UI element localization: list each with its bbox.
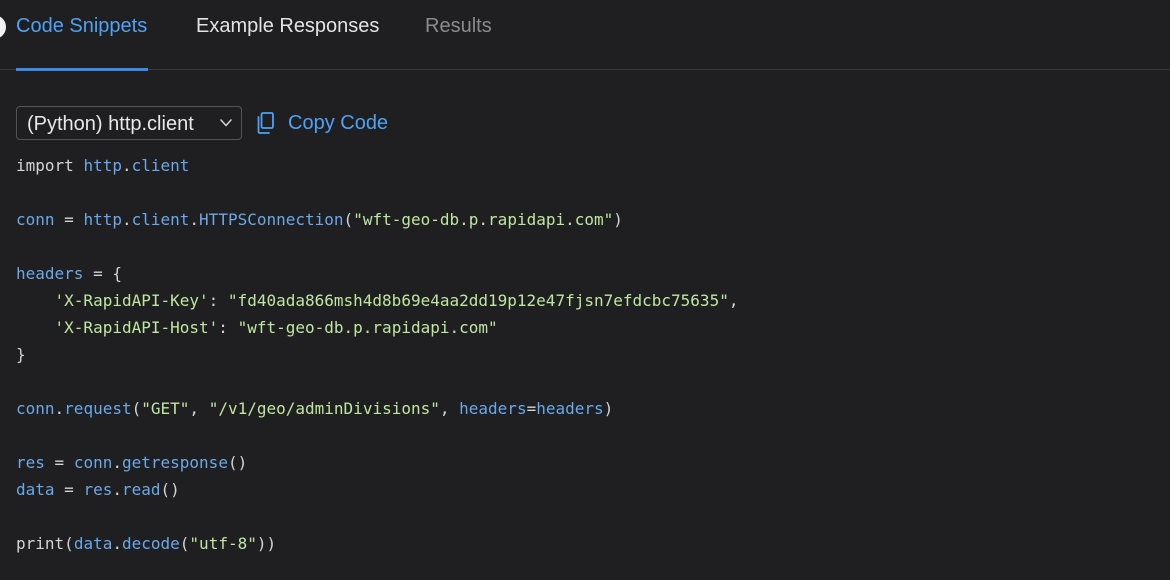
code-identifier: HTTPSConnection xyxy=(199,210,344,229)
code-string: "/v1/geo/adminDivisions" xyxy=(208,399,440,418)
code-string: "wft-geo-db.p.rapidapi.com" xyxy=(353,210,614,229)
code-identifier: decode xyxy=(121,534,180,553)
copy-code-label: Copy Code xyxy=(288,112,389,134)
code-operator: = xyxy=(54,210,84,229)
code-string: "utf-8" xyxy=(189,534,257,553)
code-string: "wft-geo-db.p.rapidapi.com" xyxy=(237,318,498,337)
chevron-down-icon xyxy=(220,119,232,127)
tab-bar: Code Snippets Example Responses Results xyxy=(0,0,1170,71)
code-identifier: http xyxy=(83,210,122,229)
code-identifier: read xyxy=(121,480,161,499)
code-identifier: request xyxy=(64,399,132,418)
copy-icon xyxy=(257,112,274,134)
code-string: 'X-RapidAPI-Host' xyxy=(54,318,219,337)
code-identifier: res xyxy=(16,453,45,472)
code-identifier: client xyxy=(131,156,190,175)
code-identifier: conn xyxy=(16,210,55,229)
code-line: data = res.read() xyxy=(16,480,180,499)
code-line: conn.request("GET", "/v1/geo/adminDivisi… xyxy=(16,399,614,418)
tab-example-responses[interactable]: Example Responses xyxy=(196,12,379,40)
code-identifier: headers xyxy=(536,399,604,418)
code-line: } xyxy=(16,341,1156,368)
code-identifier: conn xyxy=(16,399,55,418)
code-identifier: res xyxy=(83,480,113,499)
code-line: import http.client xyxy=(16,156,190,175)
code-line: headers = { xyxy=(16,260,1156,287)
language-select-label: (Python) http.client xyxy=(27,113,194,135)
code-function: print xyxy=(16,534,65,553)
code-string: "fd40ada866msh4d8b69e4aa2dd19p12e47fjsn7… xyxy=(227,291,729,310)
code-identifier: getresponse xyxy=(121,453,228,472)
code-identifier: headers xyxy=(16,264,84,283)
code-identifier: conn xyxy=(73,453,113,472)
language-select[interactable]: (Python) http.client xyxy=(16,106,242,140)
code-line: print(data.decode("utf-8")) xyxy=(16,534,277,553)
partial-circle-icon xyxy=(0,15,6,39)
code-operator: } xyxy=(16,345,26,364)
code-identifier: data xyxy=(73,534,113,553)
code-line: res = conn.getresponse() xyxy=(16,453,248,472)
code-keyword: import xyxy=(16,156,74,175)
tab-results[interactable]: Results xyxy=(425,12,492,40)
active-tab-indicator xyxy=(16,68,148,71)
code-snippet: import http.client conn = http.client.HT… xyxy=(16,152,1156,557)
code-line: 'X-RapidAPI-Host': "wft-geo-db.p.rapidap… xyxy=(54,318,498,337)
code-string: "GET" xyxy=(141,399,190,418)
code-line: conn = http.client.HTTPSConnection("wft-… xyxy=(16,210,623,229)
code-operator: = { xyxy=(83,264,122,283)
code-identifier: headers xyxy=(459,399,527,418)
code-identifier: http xyxy=(83,156,122,175)
code-string: 'X-RapidAPI-Key' xyxy=(54,291,209,310)
code-identifier: data xyxy=(16,480,55,499)
code-identifier: client xyxy=(131,210,190,229)
code-line: 'X-RapidAPI-Key': "fd40ada866msh4d8b69e4… xyxy=(54,291,739,310)
tab-code-snippets[interactable]: Code Snippets xyxy=(16,12,147,40)
